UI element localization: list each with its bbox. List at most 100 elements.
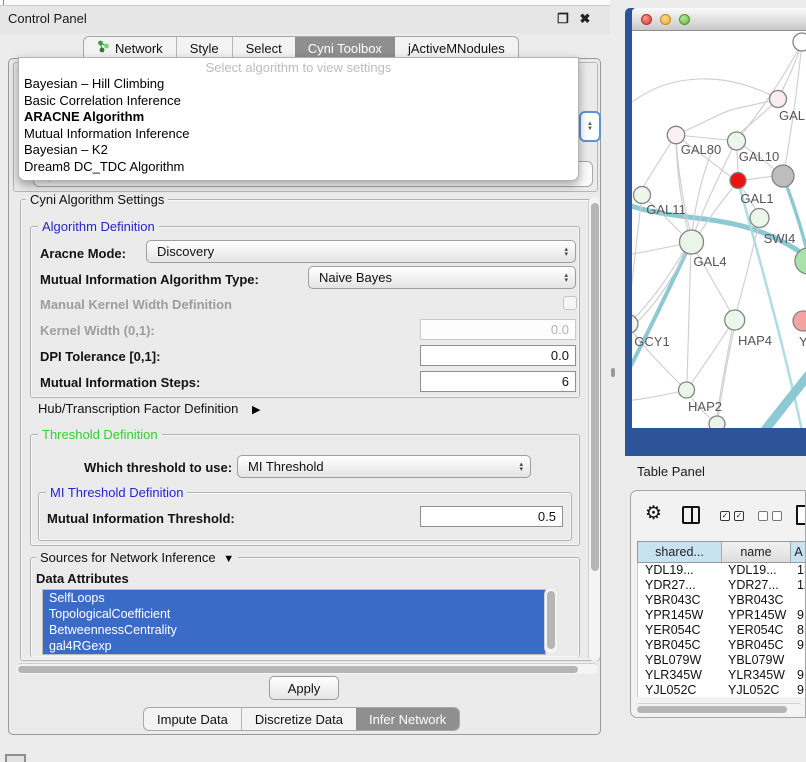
table-cell: YPR145W bbox=[638, 608, 721, 623]
column-header-shared-name[interactable]: shared... bbox=[638, 542, 721, 562]
panel-divider-handle[interactable] bbox=[611, 368, 615, 377]
network-node-label: GAL11 bbox=[646, 202, 686, 217]
settings-vertical-scrollbar[interactable] bbox=[588, 197, 600, 661]
table-row[interactable]: YBR045CYBR045C9. bbox=[638, 638, 806, 653]
bottom-tabs: Impute Data Discretize Data Infer Networ… bbox=[143, 707, 460, 731]
node-gray[interactable] bbox=[772, 165, 794, 187]
algorithm-option[interactable]: Bayesian – Hill Climbing bbox=[19, 76, 578, 93]
combo-arrows-icon: ▴▾ bbox=[564, 247, 568, 257]
column-header-name[interactable]: name bbox=[721, 542, 790, 562]
kernel-width-label: Kernel Width (0,1): bbox=[40, 323, 155, 338]
table-cell: YPR145W bbox=[721, 608, 790, 623]
function-builder-icon[interactable] bbox=[796, 505, 806, 525]
tab-select[interactable]: Select bbox=[232, 37, 295, 59]
kernel-width-field[interactable]: 0.0 bbox=[420, 319, 576, 340]
mi-steps-field[interactable]: 6 bbox=[420, 371, 576, 392]
mi-threshold-field[interactable]: 0.5 bbox=[420, 506, 563, 527]
table-row[interactable]: YDR27...YDR27...12 bbox=[638, 578, 806, 593]
minimize-traffic-light-icon[interactable] bbox=[660, 14, 671, 25]
network-canvas[interactable]: GALGAL80GAL10GAL1GAL11SWI4GAL4GCY1HAP4YH… bbox=[632, 31, 806, 428]
apply-button[interactable]: Apply bbox=[269, 676, 339, 700]
table-row[interactable]: YBL079WYBL079W bbox=[638, 653, 806, 668]
tab-impute-data[interactable]: Impute Data bbox=[144, 708, 241, 730]
float-window-icon[interactable]: ❐ bbox=[556, 12, 570, 26]
expander-collapsed-icon: ▶ bbox=[252, 404, 260, 416]
table-rows[interactable]: YDL19...YDL19...13YDR27...YDR27...12YBR0… bbox=[637, 563, 806, 697]
aracne-mode-select[interactable]: Discovery ▴▾ bbox=[146, 240, 576, 263]
close-icon[interactable]: ✖ bbox=[578, 12, 592, 26]
algorithm-option[interactable]: Basic Correlation Inference bbox=[19, 93, 578, 110]
network-node-labels: GALGAL80GAL10GAL1GAL11SWI4GAL4GCY1HAP4YH… bbox=[634, 108, 806, 414]
network-node-hap2[interactable] bbox=[679, 382, 695, 398]
table-cell: YLR345W bbox=[721, 668, 790, 683]
network-node-gal[interactable] bbox=[770, 91, 787, 108]
network-tab-icon bbox=[97, 40, 110, 56]
close-traffic-light-icon[interactable] bbox=[641, 14, 652, 25]
focused-combo-spinner[interactable]: ▲▼ bbox=[579, 111, 601, 142]
settings-horizontal-scrollbar[interactable] bbox=[16, 663, 598, 674]
table-horizontal-scrollbar[interactable] bbox=[635, 703, 803, 714]
table-row[interactable]: YER054CYER054C8. bbox=[638, 623, 806, 638]
network-node-swi4[interactable] bbox=[750, 209, 769, 228]
tab-cyni-toolbox[interactable]: Cyni Toolbox bbox=[295, 37, 395, 59]
data-attribute-item[interactable]: BetweennessCentrality bbox=[43, 622, 545, 638]
node-partial-top[interactable] bbox=[793, 33, 806, 51]
node-bottom[interactable] bbox=[709, 416, 725, 428]
table-cell: YER054C bbox=[638, 623, 721, 638]
screen: Control Panel ❐ ✖ Network Style Select C… bbox=[0, 0, 806, 762]
data-attribute-item[interactable]: TopologicalCoefficient bbox=[43, 606, 545, 622]
expander-expanded-icon: ▼ bbox=[223, 553, 234, 565]
zoom-traffic-light-icon[interactable] bbox=[679, 14, 690, 25]
table-row[interactable]: YDL19...YDL19...13 bbox=[638, 563, 806, 578]
tab-network[interactable]: Network bbox=[84, 37, 176, 59]
table-cell: YLR345W bbox=[638, 668, 721, 683]
sources-title[interactable]: Sources for Network Inference ▼ bbox=[36, 550, 238, 565]
network-node-y[interactable] bbox=[793, 311, 806, 331]
tab-jactivemnodules[interactable]: jActiveMNodules bbox=[395, 37, 518, 59]
dpi-tolerance-field[interactable]: 0.0 bbox=[420, 345, 576, 366]
data-attributes-scrollbar[interactable] bbox=[544, 589, 557, 653]
split-panel-icon[interactable] bbox=[682, 506, 700, 524]
table-settings-gear-icon[interactable]: ⚙ bbox=[645, 504, 662, 523]
table-cell: 13 bbox=[790, 563, 806, 578]
network-node-label: GCY1 bbox=[634, 334, 669, 349]
deselect-all-icon[interactable] bbox=[758, 511, 782, 521]
network-node-gcy1[interactable] bbox=[632, 315, 638, 333]
column-header-partial[interactable]: A bbox=[790, 542, 806, 562]
select-all-icon[interactable]: ✓✓ bbox=[720, 511, 744, 521]
network-node-gal4[interactable] bbox=[680, 230, 704, 254]
table-row[interactable]: YJL052CYJL052C9. bbox=[638, 683, 806, 697]
algorithm-option[interactable]: Dream8 DC_TDC Algorithm bbox=[19, 159, 578, 176]
tab-style[interactable]: Style bbox=[176, 37, 232, 59]
tab-discretize-data[interactable]: Discretize Data bbox=[241, 708, 356, 730]
algorithm-option[interactable]: ARACNE Algorithm bbox=[19, 109, 578, 126]
minimized-window-icon[interactable] bbox=[5, 754, 26, 762]
network-node-label: GAL1 bbox=[740, 191, 773, 206]
network-window-titlebar[interactable] bbox=[632, 8, 806, 31]
network-node-hap4[interactable] bbox=[725, 310, 745, 330]
table-cell: YER054C bbox=[721, 623, 790, 638]
tab-infer-network[interactable]: Infer Network bbox=[356, 708, 459, 730]
manual-kernel-width-checkbox[interactable] bbox=[563, 296, 577, 310]
which-threshold-select[interactable]: MI Threshold ▴▾ bbox=[237, 455, 531, 478]
mi-algorithm-type-label: Mutual Information Algorithm Type: bbox=[40, 272, 259, 287]
network-node-label: GAL4 bbox=[693, 254, 726, 269]
table-cell: 12 bbox=[790, 578, 806, 593]
algorithm-option[interactable]: Bayesian – K2 bbox=[19, 142, 578, 159]
data-attribute-item[interactable]: gal4RGexp bbox=[43, 638, 545, 654]
table-cell: 9. bbox=[790, 608, 806, 623]
network-node-gal10[interactable] bbox=[728, 132, 746, 150]
table-row[interactable]: YLR345WYLR345W9. bbox=[638, 668, 806, 683]
algorithm-option[interactable]: Mutual Information Inference bbox=[19, 126, 578, 143]
mi-algorithm-type-select[interactable]: Naive Bayes ▴▾ bbox=[308, 266, 576, 289]
data-attributes-list[interactable]: SelfLoopsTopologicalCoefficientBetweenne… bbox=[42, 589, 546, 655]
table-cell: YBL079W bbox=[638, 653, 721, 668]
panel-title: Control Panel bbox=[8, 11, 87, 26]
table-row[interactable]: YBR043CYBR043C bbox=[638, 593, 806, 608]
hub-tf-definition-expander[interactable]: Hub/Transcription Factor Definition ▶ bbox=[38, 401, 260, 416]
data-attribute-item[interactable]: SelfLoops bbox=[43, 590, 545, 606]
table-row[interactable]: YPR145WYPR145W9. bbox=[638, 608, 806, 623]
network-node-gal1[interactable] bbox=[730, 173, 746, 189]
network-node-gal11[interactable] bbox=[634, 187, 651, 204]
network-view-window: GALGAL80GAL10GAL1GAL11SWI4GAL4GCY1HAP4YH… bbox=[625, 8, 806, 456]
